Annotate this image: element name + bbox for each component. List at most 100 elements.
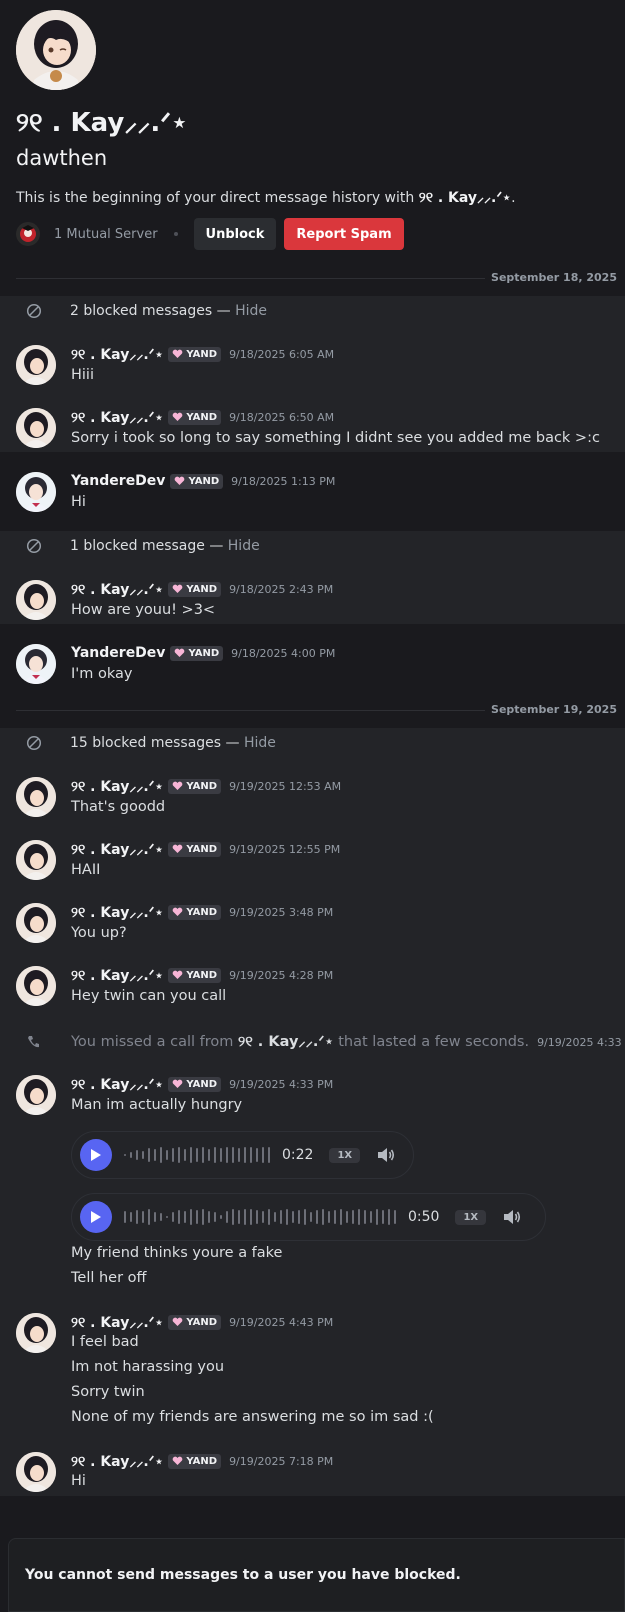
heart-icon [173,1317,183,1326]
server-tag-label: YAND [186,843,218,855]
call-prefix: You missed a call from [71,1034,238,1050]
voice-waveform[interactable] [124,1145,274,1165]
server-tag[interactable]: YAND [168,967,222,983]
hide-blocked-link[interactable]: Hide [228,538,260,554]
server-tag[interactable]: YAND [168,904,222,920]
voice-waveform[interactable] [124,1207,400,1227]
call-suffix: that lasted a few seconds. [333,1034,530,1050]
server-tag[interactable]: YAND [168,841,222,857]
hide-blocked-link[interactable]: Hide [244,735,276,751]
message-author[interactable]: ୨୧ . Kay⸝⸝.ᐟ⋆ [71,903,163,922]
message-author[interactable]: ୨୧ . Kay⸝⸝.ᐟ⋆ [71,840,163,859]
missed-call-icon [28,1036,39,1048]
message-author[interactable]: ୨୧ . Kay⸝⸝.ᐟ⋆ [71,777,163,796]
message-header: ୨୧ . Kay⸝⸝.ᐟ⋆ YAND 9/19/2025 12:53 AM [71,776,341,796]
message-content: I'm okay [71,666,133,682]
message-timestamp[interactable]: 9/18/2025 1:13 PM [231,475,335,488]
call-timestamp[interactable]: 9/19/2025 4:33 PM [537,1036,625,1049]
server-tag-label: YAND [186,1078,218,1090]
blocked-count: 1 blocked message — Hide [70,538,260,554]
author-avatar[interactable] [16,1075,56,1115]
mutual-servers-link[interactable]: 1 Mutual Server [54,227,158,242]
message-content: Hi [71,1473,86,1489]
mutual-server-icon[interactable] [16,222,40,246]
message-content: My friend thinks youre a fake [71,1245,283,1261]
server-tag[interactable]: YAND [168,1314,222,1330]
play-button[interactable] [80,1139,112,1171]
message-author[interactable]: ୨୧ . Kay⸝⸝.ᐟ⋆ [71,580,163,599]
server-tag-label: YAND [186,1316,218,1328]
heart-icon [173,412,183,421]
server-tag[interactable]: YAND [168,778,222,794]
intro-prefix: This is the beginning of your direct mes… [16,190,419,206]
message-timestamp[interactable]: 9/19/2025 4:28 PM [229,969,333,982]
profile-avatar[interactable] [16,10,96,90]
server-tag[interactable]: YAND [168,409,222,425]
message-timestamp[interactable]: 9/18/2025 4:00 PM [231,647,335,660]
author-avatar[interactable] [16,966,56,1006]
message-timestamp[interactable]: 9/19/2025 12:53 AM [229,780,341,793]
message-author[interactable]: YandereDev [71,473,165,489]
blocked-composer-text: You cannot send messages to a user you h… [25,1567,461,1583]
heart-icon [173,907,183,916]
server-tag[interactable]: YAND [170,645,224,661]
message-author[interactable]: YandereDev [71,645,165,661]
blocked-count-text: 2 blocked messages [70,303,213,319]
message-timestamp[interactable]: 9/18/2025 2:43 PM [229,583,333,596]
message-timestamp[interactable]: 9/19/2025 4:33 PM [229,1078,333,1091]
hide-blocked-link[interactable]: Hide [235,303,267,319]
message-author[interactable]: ୨୧ . Kay⸝⸝.ᐟ⋆ [71,408,163,427]
server-tag[interactable]: YAND [168,581,222,597]
message-content: That's goodd [71,799,166,815]
intro-suffix: . [511,190,516,206]
message-author[interactable]: ୨୧ . Kay⸝⸝.ᐟ⋆ [71,1313,163,1332]
dm-header: ୨୧ . Kay⸝⸝.ᐟ⋆ dawthen This is the beginn… [0,0,625,250]
message-timestamp[interactable]: 9/18/2025 6:05 AM [229,348,334,361]
volume-icon[interactable] [376,1145,396,1165]
playback-speed-button[interactable]: 1X [329,1147,361,1163]
server-tag-label: YAND [188,475,220,487]
message-author[interactable]: ୨୧ . Kay⸝⸝.ᐟ⋆ [71,966,163,985]
message-timestamp[interactable]: 9/18/2025 6:50 AM [229,411,334,424]
message-timestamp[interactable]: 9/19/2025 7:18 PM [229,1455,333,1468]
blocked-separator: — [221,735,244,751]
author-avatar[interactable] [16,644,56,684]
author-avatar[interactable] [16,903,56,943]
message-author[interactable]: ୨୧ . Kay⸝⸝.ᐟ⋆ [71,345,163,364]
volume-icon[interactable] [502,1207,522,1227]
message-author[interactable]: ୨୧ . Kay⸝⸝.ᐟ⋆ [71,1075,163,1094]
heart-icon [173,1456,183,1465]
play-button[interactable] [80,1201,112,1233]
author-avatar[interactable] [16,472,56,512]
server-tag-label: YAND [188,647,220,659]
report-spam-button[interactable]: Report Spam [284,218,404,250]
author-avatar[interactable] [16,1313,56,1353]
server-tag[interactable]: YAND [168,1453,222,1469]
heart-icon [173,349,183,358]
author-avatar[interactable] [16,408,56,448]
server-tag[interactable]: YAND [168,346,222,362]
heart-icon [173,844,183,853]
message-timestamp[interactable]: 9/19/2025 3:48 PM [229,906,333,919]
author-avatar[interactable] [16,777,56,817]
call-name[interactable]: ୨୧ . Kay⸝⸝.ᐟ⋆ [238,1034,334,1050]
author-avatar[interactable] [16,345,56,385]
message-author[interactable]: ୨୧ . Kay⸝⸝.ᐟ⋆ [71,1452,163,1471]
author-avatar[interactable] [16,1452,56,1492]
heart-icon [175,476,185,485]
server-tag[interactable]: YAND [170,473,224,489]
profile-display-name: ୨୧ . Kay⸝⸝.ᐟ⋆ [16,108,188,138]
voice-message-player: 0:50 1X [71,1193,546,1241]
message-timestamp[interactable]: 9/19/2025 12:55 PM [229,843,340,856]
message-content: None of my friends are answering me so i… [71,1409,434,1425]
server-tag-label: YAND [186,348,218,360]
message-timestamp[interactable]: 9/19/2025 4:43 PM [229,1316,333,1329]
author-avatar[interactable] [16,840,56,880]
server-tag-label: YAND [186,1455,218,1467]
author-avatar[interactable] [16,580,56,620]
playback-speed-button[interactable]: 1X [455,1209,487,1225]
server-tag-label: YAND [186,780,218,792]
server-tag[interactable]: YAND [168,1076,222,1092]
blocked-count-text: 1 blocked message [70,538,205,554]
unblock-button[interactable]: Unblock [193,218,277,250]
